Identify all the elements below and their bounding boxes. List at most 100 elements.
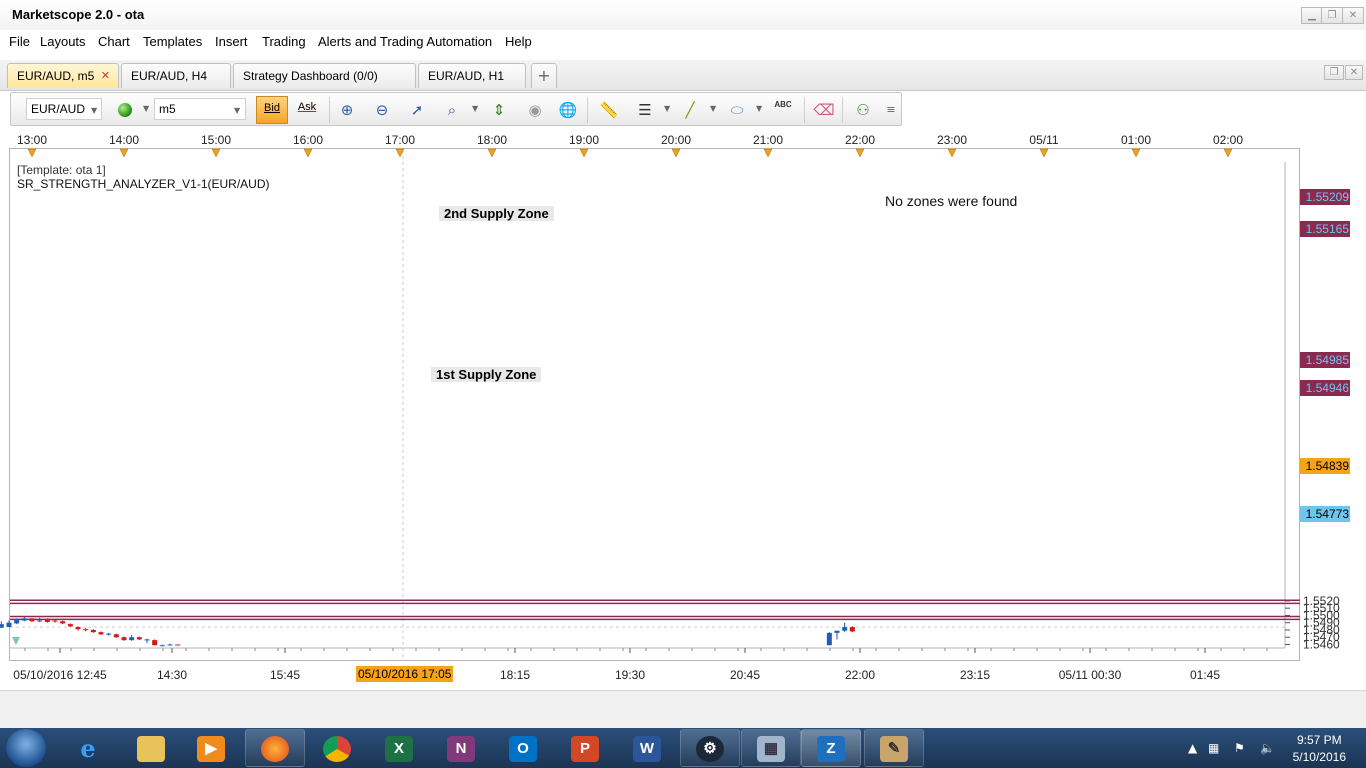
taskbar-media[interactable]: ▶ [181,729,241,767]
supply-zone-1-label: 1st Supply Zone [431,367,542,382]
price-chart[interactable]: 1.54601.54701.54801.54901.55001.55101.55… [0,0,1366,690]
no-zones-message: No zones were found [885,193,1018,209]
session-marker-icon [579,148,589,158]
chrome-icon [323,736,351,762]
candle-body [6,622,12,628]
taskbar-firefox[interactable] [245,729,305,767]
taskbar-powerpoint[interactable]: P [555,729,615,767]
volume-icon[interactable]: 🔈 [1260,741,1275,755]
candle-body [144,639,150,641]
candle-body [60,621,66,624]
template-label: [Template: ota 1] [17,163,106,177]
scroll-marker-icon [12,637,20,645]
session-marker-icon [211,148,221,158]
candle-body [834,630,840,633]
clock-time: 9:57 PM [1296,733,1342,747]
zone-1-bottom-price-label: 1.54946 [1300,380,1350,396]
start-button-icon[interactable] [6,729,46,767]
session-marker-icon [1039,148,1049,158]
bottom-time-label: 23:15 [960,668,990,682]
session-marker-icon [947,148,957,158]
taskbar-onenote[interactable]: N [431,729,491,767]
session-marker-icon [303,148,313,158]
top-time-label: 01:00 [1121,133,1151,147]
bottom-time-label: 05/10/2016 12:45 [13,668,107,682]
session-marker-icon [1131,148,1141,158]
candle-body [29,618,35,622]
calculator-icon: ▦ [757,736,785,762]
candle-body [67,624,73,627]
top-time-label: 18:00 [477,133,507,147]
bottom-time-label: 18:15 [500,668,530,682]
session-marker-icon [1223,148,1233,158]
file-explorer-icon [137,736,165,762]
candle-body [98,632,104,635]
candle-body [136,637,142,640]
top-time-label: 22:00 [845,133,875,147]
steam-icon: ⚙ [696,736,724,762]
taskbar-chrome[interactable] [307,729,367,767]
candle-body [52,620,58,622]
candle-body [14,619,20,624]
supply-zone-2-label: 2nd Supply Zone [439,206,554,221]
candle-body [152,640,158,646]
session-marker-icon [119,148,129,158]
bottom-time-label: 22:00 [845,668,875,682]
bottom-time-label: 01:45 [1190,668,1220,682]
taskbar-paint[interactable]: ✎ [864,729,924,767]
indicator-label: SR_STRENGTH_ANALYZER_V1-1(EUR/AUD) [17,177,270,191]
firefox-icon [261,736,289,762]
taskbar-outlook[interactable]: O [493,729,553,767]
zone-2-top-price-label: 1.55209 [1300,189,1350,205]
taskbar-excel[interactable]: X [369,729,429,767]
zone-2-bottom-price-label: 1.55165 [1300,221,1350,237]
word-icon: W [633,736,661,762]
top-time-label: 17:00 [385,133,415,147]
candle-body [849,627,855,632]
session-marker-icon [855,148,865,158]
candle-body [129,637,135,641]
taskbar-word[interactable]: W [617,729,677,767]
network-icon[interactable]: ▦ [1208,741,1219,755]
taskbar-ie[interactable]: e [58,729,118,767]
candle-body [44,619,50,622]
paint-icon: ✎ [880,736,908,762]
taskbar-calculator[interactable]: ▦ [741,729,801,767]
current-bid-price-label: 1.54839 [1300,458,1350,474]
clock-date: 5/10/2016 [1292,750,1346,764]
session-marker-icon [487,148,497,158]
candle-body [159,645,165,647]
candle-body [90,629,96,633]
top-time-label: 13:00 [17,133,47,147]
candle-body [826,632,832,646]
taskbar-marketscope[interactable]: Z [801,729,861,767]
outlook-icon: O [509,736,537,762]
bottom-time-label: 15:45 [270,668,300,682]
bottom-time-label: 19:30 [615,668,645,682]
candle-body [83,629,89,631]
taskbar-steam[interactable]: ⚙ [680,729,740,767]
session-marker-icon [27,148,37,158]
taskbar-explorer[interactable] [121,729,181,767]
system-clock[interactable]: 9:57 PM 5/10/2016 [1293,733,1346,764]
marketscope-icon: Z [817,736,845,762]
bottom-time-label: 20:45 [730,668,760,682]
status-bar [0,690,1366,729]
top-time-label: 20:00 [661,133,691,147]
top-time-label: 23:00 [937,133,967,147]
candle-body [167,644,173,646]
candle-body [0,624,4,628]
candle-body [75,627,81,630]
top-time-label: 19:00 [569,133,599,147]
top-time-label: 15:00 [201,133,231,147]
action-center-flag-icon[interactable]: ⚑ [1234,741,1245,755]
top-time-label: 05/11 [1029,133,1058,147]
session-marker-icon [763,148,773,158]
session-marker-icon [671,148,681,158]
top-time-label: 21:00 [753,133,783,147]
top-time-label: 14:00 [109,133,139,147]
powerpoint-icon: P [571,736,599,762]
show-hidden-icons[interactable]: ▲ [1188,741,1197,755]
excel-icon: X [385,736,413,762]
candle-body [175,644,181,646]
